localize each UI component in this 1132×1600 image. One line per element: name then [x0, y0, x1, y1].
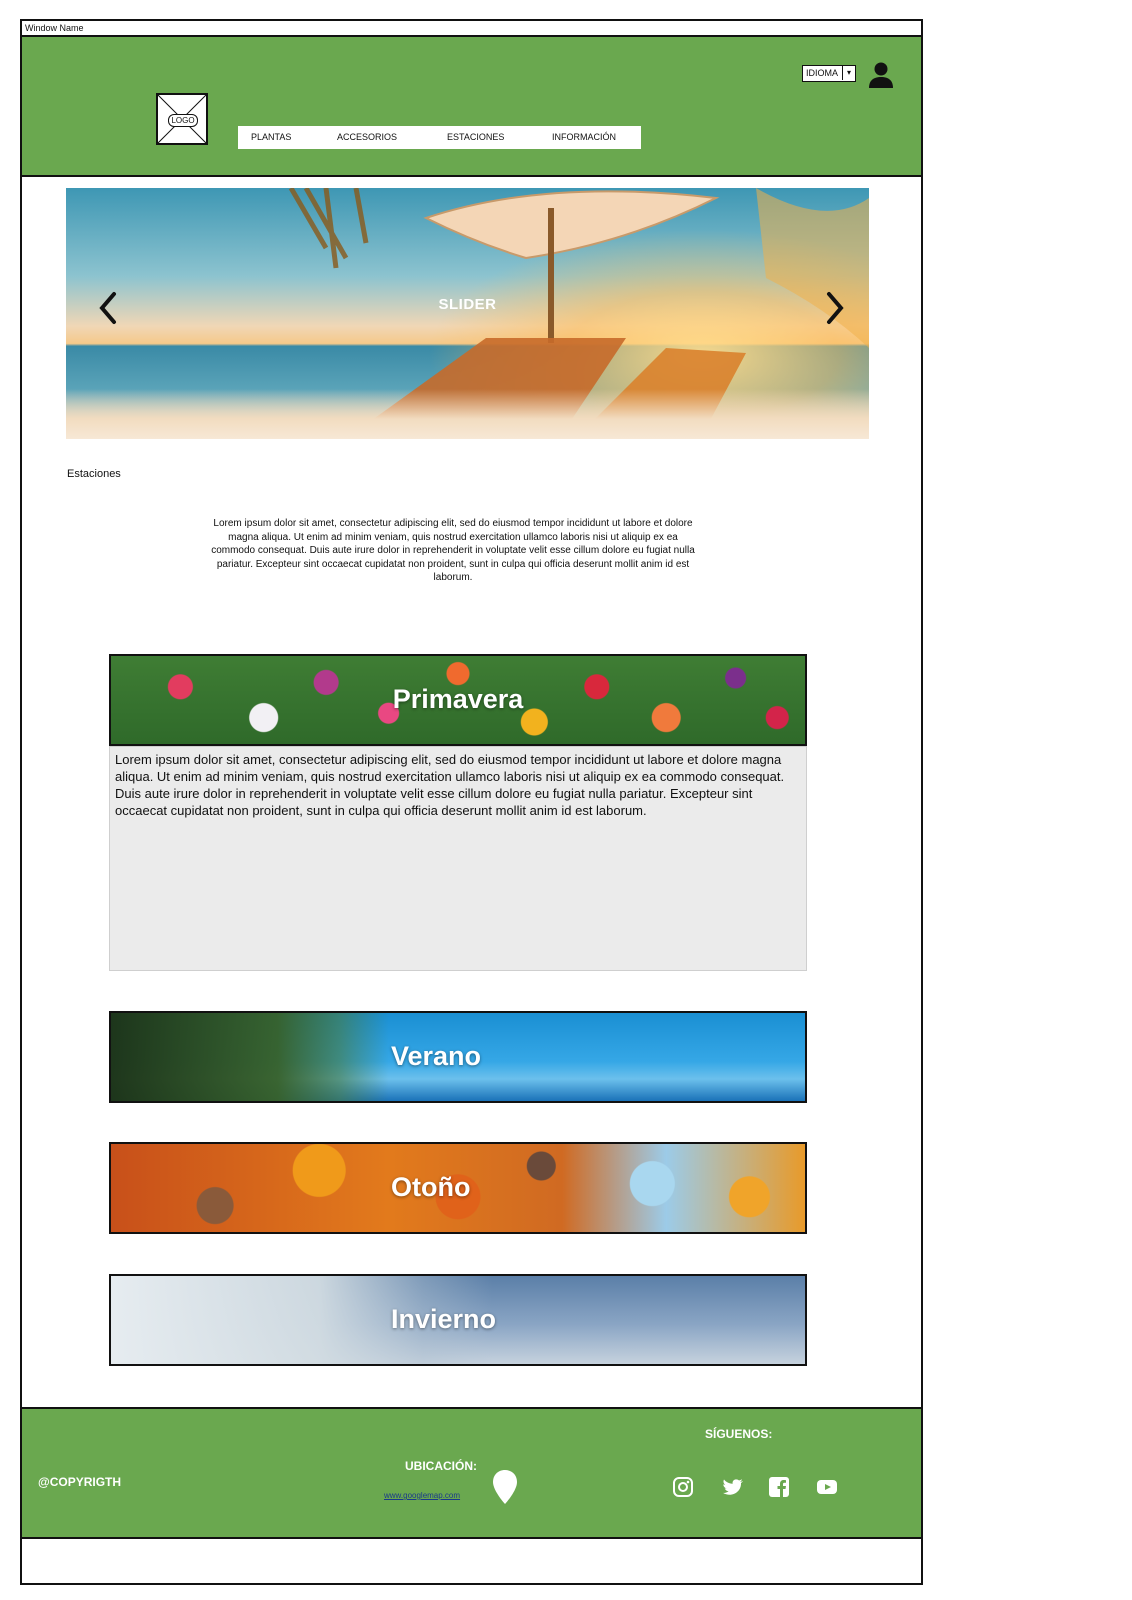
main-nav: PLANTAS ACCESORIOS ESTACIONES INFORMACIÓ…	[238, 126, 641, 149]
map-link[interactable]: www.googlemap.com	[384, 1491, 460, 1500]
nav-item-accesorios[interactable]: ACCESORIOS	[337, 132, 397, 142]
copyright-text: @COPYRIGTH	[38, 1475, 122, 1489]
site-header: LOGO PLANTAS ACCESORIOS ESTACIONES INFOR…	[22, 37, 921, 177]
nav-item-plantas[interactable]: PLANTAS	[251, 132, 291, 142]
intro-text: Lorem ipsum dolor sit amet, consectetur …	[211, 518, 695, 583]
browser-window: Window Name LOGO PLANTAS ACCESORIOS ESTA…	[20, 19, 923, 1585]
season-banner-otono[interactable]: Otoño	[109, 1142, 807, 1234]
slider-sand	[66, 389, 869, 439]
window-title: Window Name	[22, 21, 921, 37]
chevron-down-icon: ▾	[842, 66, 855, 80]
season-banner-invierno[interactable]: Invierno	[109, 1274, 807, 1366]
instagram-icon[interactable]	[672, 1476, 694, 1498]
nav-item-informacion[interactable]: INFORMACIÓN	[552, 132, 616, 142]
youtube-icon[interactable]	[816, 1476, 838, 1498]
season-title: Otoño	[391, 1172, 471, 1202]
twitter-icon[interactable]	[722, 1476, 744, 1498]
season-panel-primavera: Lorem ipsum dolor sit amet, consectetur …	[109, 746, 807, 971]
season-banner-verano[interactable]: Verano	[109, 1011, 807, 1103]
site-footer: @COPYRIGTH UBICACIÓN: www.googlemap.com …	[22, 1407, 921, 1539]
location-label: UBICACIÓN:	[405, 1459, 477, 1473]
season-title: Primavera	[392, 684, 524, 714]
chevron-right-icon[interactable]	[821, 288, 849, 328]
nav-item-estaciones[interactable]: ESTACIONES	[447, 132, 504, 142]
language-select-value: IDIOMA	[806, 68, 839, 78]
season-banner-primavera[interactable]: Primavera	[109, 654, 807, 746]
season-title: Invierno	[391, 1304, 497, 1334]
logo[interactable]: LOGO	[156, 93, 208, 145]
slider-title: SLIDER	[438, 296, 497, 313]
logo-label: LOGO	[168, 114, 198, 127]
language-select[interactable]: IDIOMA ▾	[802, 65, 856, 82]
hero-slider[interactable]: SLIDER	[66, 188, 869, 439]
season-title: Verano	[391, 1041, 482, 1071]
chevron-left-icon[interactable]	[94, 288, 122, 328]
follow-label: SÍGUENOS:	[705, 1427, 773, 1441]
user-icon[interactable]	[868, 61, 894, 89]
section-label: Estaciones	[67, 468, 121, 480]
location-pin-icon[interactable]	[492, 1469, 518, 1505]
facebook-icon[interactable]	[768, 1476, 790, 1498]
